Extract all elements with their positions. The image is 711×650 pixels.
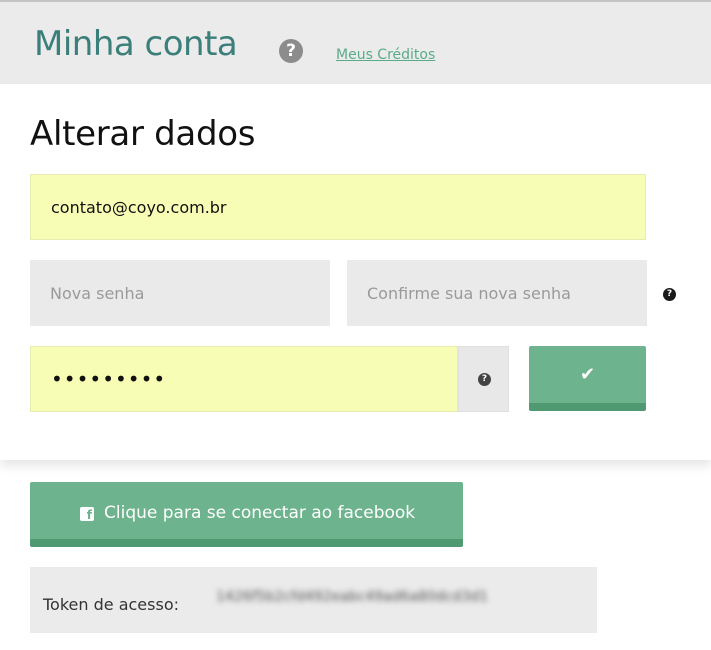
check-icon: ✔ — [579, 364, 596, 385]
facebook-connect-label: Clique para se conectar ao facebook — [104, 503, 416, 523]
section-title: Alterar dados — [30, 114, 256, 154]
facebook-icon: f — [80, 507, 94, 522]
page-title: Minha conta — [34, 24, 238, 64]
confirm-password-field[interactable] — [347, 260, 647, 326]
access-token-box: Token de acesso: 1426f5b2cfd492eabc49ad6… — [30, 567, 597, 633]
question-circle-icon[interactable]: ? — [279, 39, 303, 63]
save-button[interactable]: ✔ — [529, 346, 646, 411]
email-field[interactable] — [30, 174, 646, 240]
current-password-field[interactable] — [30, 346, 458, 412]
page-header: Minha conta ? Meus Créditos — [0, 2, 711, 84]
current-password-help-icon[interactable]: ? — [478, 373, 491, 386]
access-token-label: Token de acesso: — [43, 595, 179, 614]
access-token-value: 1426f5b2cfd492eabc49ad6a80dcd3d1 — [216, 589, 489, 605]
new-password-field[interactable] — [30, 260, 330, 326]
facebook-connect-button[interactable]: f Clique para se conectar ao facebook — [30, 482, 463, 547]
confirm-password-help-icon[interactable]: ? — [663, 288, 676, 301]
my-credits-link[interactable]: Meus Créditos — [336, 47, 435, 63]
